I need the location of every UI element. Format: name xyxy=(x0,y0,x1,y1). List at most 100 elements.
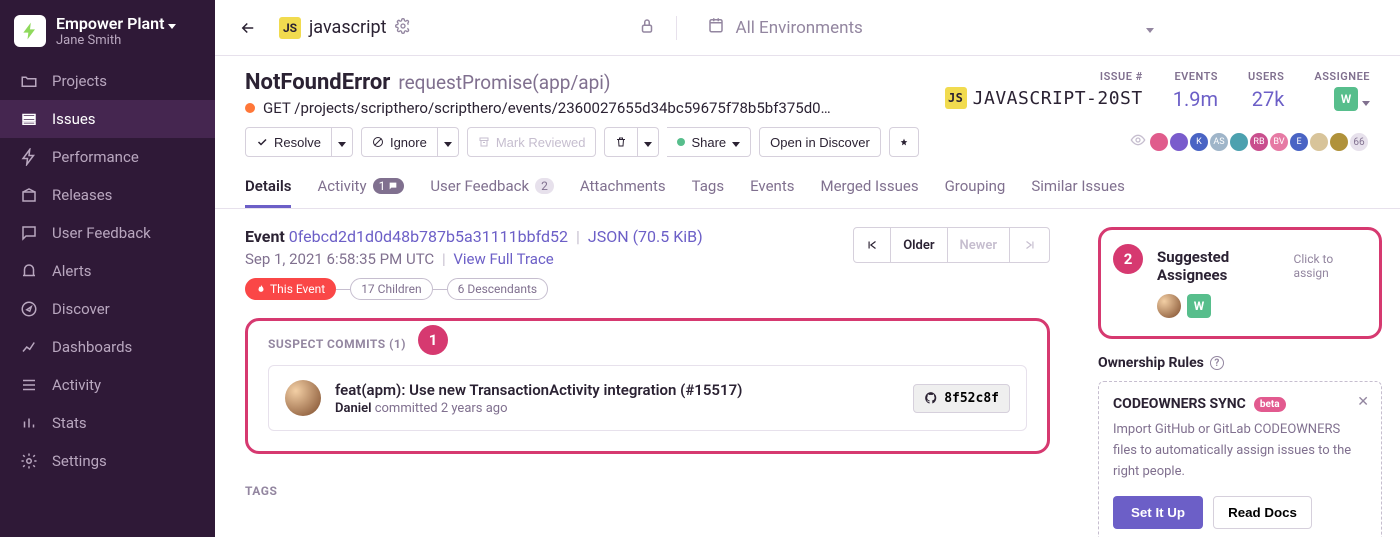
commit-author[interactable]: Daniel xyxy=(335,401,371,416)
help-icon[interactable]: ? xyxy=(1210,356,1224,370)
skip-back-icon xyxy=(865,238,879,252)
sidebar-item-label: Discover xyxy=(52,300,110,318)
package-icon xyxy=(20,186,38,204)
sidebar-item-dashboards[interactable]: Dashboards xyxy=(0,328,215,366)
tab-details[interactable]: Details xyxy=(245,167,291,208)
assignee-selector[interactable]: W xyxy=(1334,87,1370,111)
sidebar-item-performance[interactable]: Performance xyxy=(0,138,215,176)
avatar xyxy=(1148,131,1170,153)
avatar: AS xyxy=(1208,131,1230,153)
star-icon xyxy=(900,135,908,149)
issue-short-id[interactable]: JSJAVASCRIPT-20ST xyxy=(945,87,1143,109)
main: JS javascript All Environments NotFoundE… xyxy=(215,0,1400,537)
sidebar-item-stats[interactable]: Stats xyxy=(0,404,215,442)
annotation-badge: 1 xyxy=(418,325,448,355)
sidebar-item-activity[interactable]: Activity xyxy=(0,366,215,404)
issue-header: NotFoundError requestPromise(app/api) GE… xyxy=(215,56,1400,117)
gear-icon xyxy=(20,452,38,470)
sidebar-item-settings[interactable]: Settings xyxy=(0,442,215,480)
delete-dropdown[interactable] xyxy=(638,127,659,157)
oldest-button[interactable] xyxy=(854,228,890,262)
bookmark-button[interactable] xyxy=(889,127,919,157)
stat-label: USERS xyxy=(1248,70,1284,83)
js-badge: JS xyxy=(945,87,967,109)
tab-events[interactable]: Events xyxy=(750,167,794,208)
js-badge: JS xyxy=(279,17,301,39)
chevron-down-icon xyxy=(338,135,346,150)
read-docs-button[interactable]: Read Docs xyxy=(1213,496,1312,529)
chevron-down-icon xyxy=(1146,18,1154,38)
org-switcher[interactable]: Empower Plant Jane Smith xyxy=(0,0,215,62)
view-full-trace-link[interactable]: View Full Trace xyxy=(453,250,553,268)
sidebar-item-label: Releases xyxy=(52,186,112,204)
lock-icon[interactable] xyxy=(638,17,656,39)
environment-selector[interactable]: All Environments xyxy=(697,16,1384,39)
tab-tags[interactable]: Tags xyxy=(692,167,724,208)
issue-error-type: NotFoundError xyxy=(245,70,390,95)
suggested-assignees-title: Suggested Assignees xyxy=(1157,248,1288,284)
event-json-link[interactable]: JSON (70.5 KiB) xyxy=(588,227,703,246)
commit-sha-button[interactable]: 8f52c8f xyxy=(913,384,1010,413)
right-column: 2 Suggested Assignees Click to assign W … xyxy=(1080,209,1400,537)
chevron-down-icon xyxy=(168,14,176,33)
tab-merged-issues[interactable]: Merged Issues xyxy=(821,167,919,208)
tab-similar-issues[interactable]: Similar Issues xyxy=(1031,167,1125,208)
tab-grouping[interactable]: Grouping xyxy=(945,167,1006,208)
event-id-link[interactable]: 0febcd2d1d0d48b787b5a31111bbfd52 xyxy=(289,227,568,246)
back-button[interactable] xyxy=(231,11,265,45)
suggested-assignee-avatar[interactable] xyxy=(1157,294,1181,318)
sidebar-item-projects[interactable]: Projects xyxy=(0,62,215,100)
github-icon xyxy=(924,391,938,405)
skip-forward-icon xyxy=(1023,238,1037,252)
users-count[interactable]: 27k xyxy=(1252,87,1285,111)
sidebar-item-alerts[interactable]: Alerts xyxy=(0,252,215,290)
level-indicator xyxy=(245,103,255,113)
arrow-left-icon xyxy=(239,19,257,37)
folder-icon xyxy=(20,72,38,90)
issue-body: Event 0febcd2d1d0d48b787b5a31111bbfd52 |… xyxy=(215,209,1400,537)
event-pager: Older Newer xyxy=(853,227,1050,263)
this-event-pill[interactable]: This Event xyxy=(245,278,336,300)
gear-icon[interactable] xyxy=(395,18,411,38)
close-button[interactable]: ✕ xyxy=(1357,394,1369,410)
seen-by-avatars[interactable]: K AS RB BV E 66 xyxy=(1130,131,1370,153)
avatar: BV xyxy=(1268,131,1290,153)
tab-attachments[interactable]: Attachments xyxy=(580,167,666,208)
issue-message: GET /projects/scripthero/scripthero/even… xyxy=(263,99,831,117)
commit-card: feat(apm): Use new TransactionActivity i… xyxy=(268,365,1027,431)
resolve-dropdown[interactable] xyxy=(332,127,353,157)
sidebar-item-label: Dashboards xyxy=(52,338,132,356)
beta-badge: beta xyxy=(1254,397,1286,412)
separator: | xyxy=(442,250,446,268)
commit-title[interactable]: feat(apm): Use new TransactionActivity i… xyxy=(335,381,899,399)
descendants-pill[interactable]: 6 Descendants xyxy=(447,278,548,300)
sidebar-item-discover[interactable]: Discover xyxy=(0,290,215,328)
sidebar-item-issues[interactable]: Issues xyxy=(0,100,215,138)
open-discover-button[interactable]: Open in Discover xyxy=(759,127,881,157)
events-count[interactable]: 1.9m xyxy=(1173,87,1218,111)
older-button[interactable]: Older xyxy=(890,228,946,262)
avatar xyxy=(1308,131,1330,153)
suggested-assignee-team[interactable]: W xyxy=(1187,294,1211,318)
check-icon xyxy=(256,136,268,148)
set-it-up-button[interactable]: Set It Up xyxy=(1113,496,1203,529)
share-button[interactable]: Share xyxy=(667,127,751,157)
left-column: Event 0febcd2d1d0d48b787b5a31111bbfd52 |… xyxy=(215,209,1080,537)
tab-user-feedback[interactable]: User Feedback2 xyxy=(430,167,554,208)
mark-reviewed-button[interactable]: Mark Reviewed xyxy=(467,127,597,157)
ignore-button[interactable]: Ignore xyxy=(361,127,438,157)
newer-button: Newer xyxy=(947,228,1009,262)
sidebar-item-releases[interactable]: Releases xyxy=(0,176,215,214)
project-crumb[interactable]: JS javascript xyxy=(279,17,411,39)
resolve-button[interactable]: Resolve xyxy=(245,127,332,157)
children-pill[interactable]: 17 Children xyxy=(350,278,432,300)
tab-activity[interactable]: Activity1 xyxy=(317,167,404,208)
suggested-assignees-hint: Click to assign xyxy=(1294,252,1363,280)
sidebar-item-user-feedback[interactable]: User Feedback xyxy=(0,214,215,252)
newest-button xyxy=(1009,228,1049,262)
calendar-icon xyxy=(707,16,725,39)
status-dot-icon xyxy=(677,138,685,146)
ignore-dropdown[interactable] xyxy=(438,127,459,157)
delete-button[interactable] xyxy=(604,127,638,157)
sidebar-item-label: Activity xyxy=(52,376,101,394)
